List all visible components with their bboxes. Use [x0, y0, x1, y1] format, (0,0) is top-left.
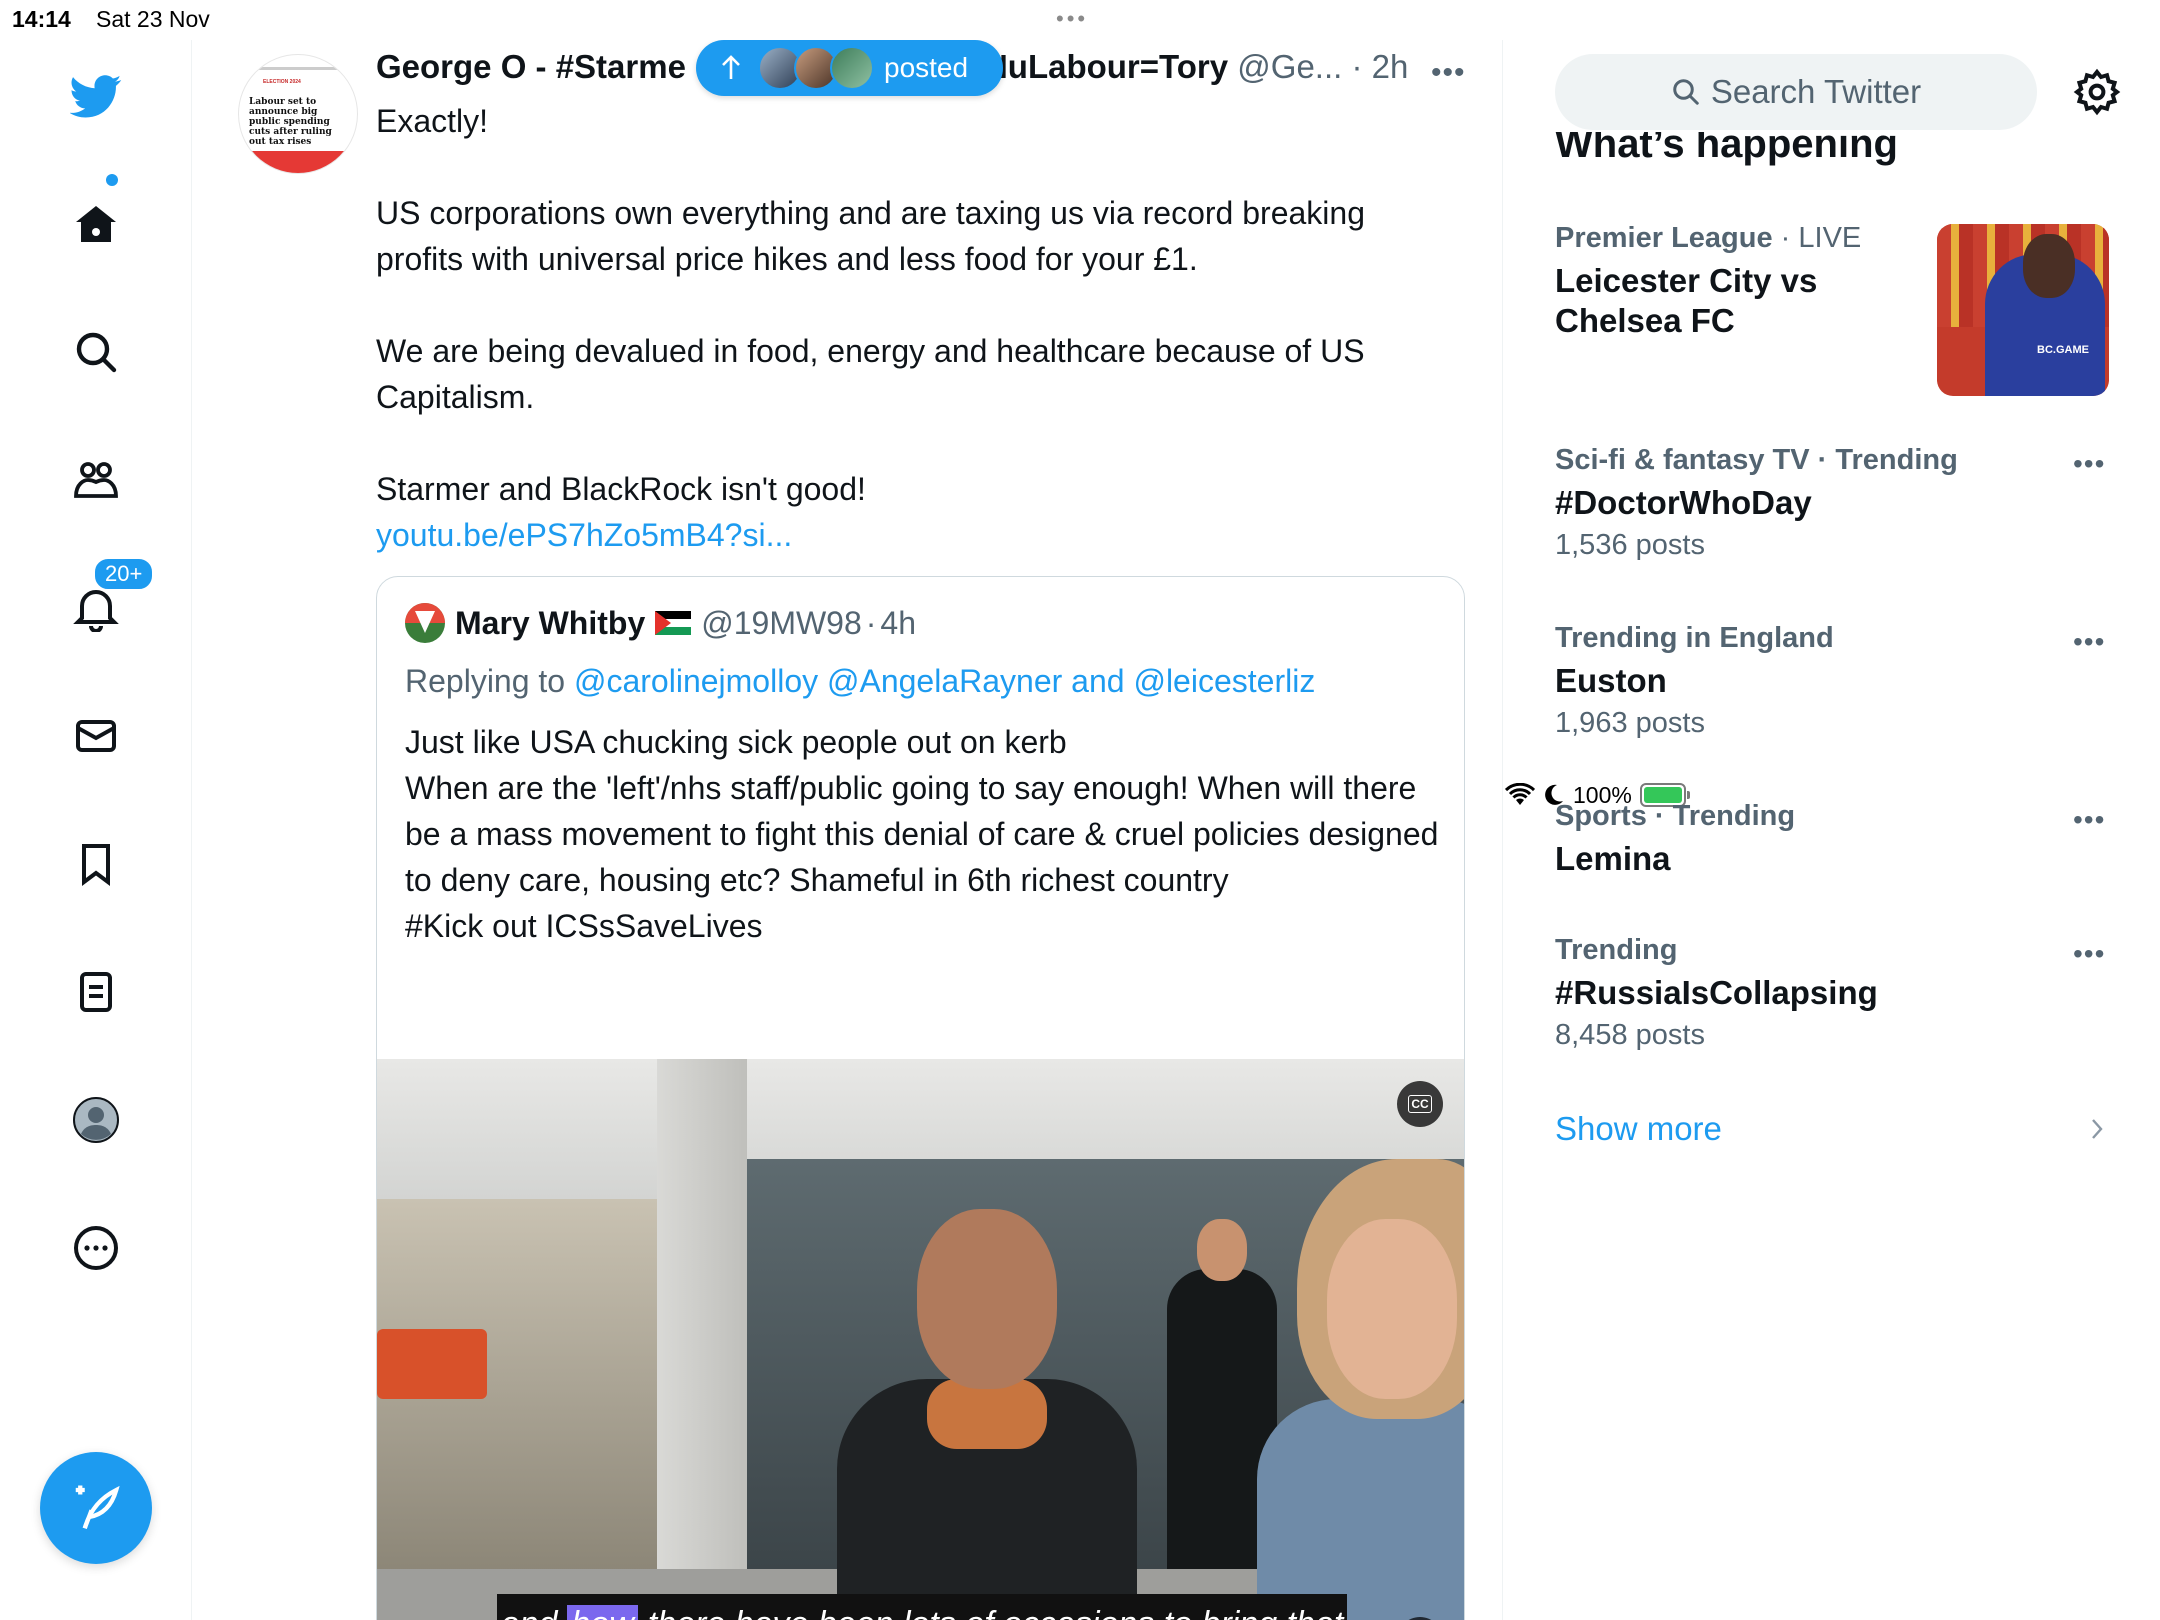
mention-link[interactable]: @AngelaRayner [827, 663, 1062, 699]
home-unread-dot [106, 174, 118, 186]
palestine-flag-icon [655, 611, 692, 635]
new-posts-label: posted [884, 52, 969, 83]
tweet-text: Exactly! US corporations own everything … [376, 98, 1456, 558]
quote-author-avatar[interactable] [405, 603, 445, 643]
caption-highlight: how [567, 1604, 638, 1620]
quote-author-name[interactable]: Mary Whitby [455, 605, 645, 642]
trend-more-icon[interactable]: ••• [2073, 938, 2105, 970]
feather-plus-icon [75, 1485, 120, 1530]
multitasking-dots-icon[interactable]: ••• [1056, 6, 1088, 32]
trend-context-suffix: · LIVE [1772, 222, 1862, 254]
trend-item[interactable]: Sci-fi & fantasy TV · Trending #DoctorWh… [1555, 444, 2115, 562]
compose-tweet-button[interactable] [40, 1452, 152, 1564]
trend-more-icon[interactable]: ••• [2073, 626, 2105, 658]
quote-time: 4h [880, 604, 917, 641]
quote-line: When are the 'left'/nhs staff/public goi… [405, 770, 1439, 898]
quote-text: Just like USA chucking sick people out o… [405, 719, 1445, 949]
mention-link[interactable]: @leicesterliz [1133, 663, 1315, 699]
trend-count: 1,963 posts [1555, 707, 1705, 739]
caption-text: and [501, 1605, 558, 1620]
trend-more-icon[interactable]: ••• [2073, 804, 2105, 836]
video-player[interactable]: CC and how there have been lots of occas… [377, 1059, 1464, 1620]
status-time: 14:14 [12, 6, 71, 32]
trend-context: Trending in England [1555, 622, 1834, 654]
video-caption: and how there have been lots of occasion… [497, 1594, 1347, 1620]
author-handle: @Ge... [1237, 48, 1343, 85]
right-sidebar: Search Twitter What’s happening Premier … [1505, 40, 2160, 1620]
replying-prefix: Replying to [405, 663, 566, 699]
replying-and: and [1071, 663, 1125, 699]
trend-item[interactable]: Trending #RussiaIsCollapsing 8,458 posts [1555, 934, 2115, 1052]
trend-item[interactable]: Trending in England Euston 1,963 posts [1555, 622, 2115, 740]
trend-context: Sports · Trending [1555, 800, 1796, 832]
home-icon[interactable] [60, 188, 132, 260]
author-avatar[interactable]: ELECTION 2024 Labour set to announce big… [238, 54, 358, 174]
communities-icon[interactable] [60, 444, 132, 516]
closed-captions-button[interactable]: CC [1397, 1081, 1443, 1127]
search-input[interactable]: Search Twitter [1555, 54, 2037, 130]
notifications-badge: 20+ [92, 556, 156, 592]
tweet-line: Starmer and BlackRock isn't good! [376, 471, 866, 507]
quote-line: #Kick out ICSsSaveLives [405, 908, 763, 944]
search-placeholder: Search Twitter [1710, 73, 1922, 110]
trend-context: Premier League [1555, 222, 1773, 254]
poster-avatar [830, 46, 874, 90]
chevron-right-icon[interactable] [2085, 1114, 2109, 1144]
status-bar: 14:14 Sat 23 Nov ••• 100% [0, 0, 2160, 808]
tweet-time[interactable]: 2h [1372, 48, 1409, 85]
tweet-line: We are being devalued in food, energy an… [376, 333, 1365, 415]
author-name[interactable]: George O - #Starme [376, 48, 686, 85]
sponsor-logo: BC.GAME [2037, 344, 2089, 356]
show-more-link[interactable]: Show more [1555, 1110, 1722, 1148]
more-options-icon[interactable] [60, 1212, 132, 1284]
trend-title: #DoctorWhoDay [1555, 484, 1812, 521]
trend-more-icon[interactable]: ••• [2073, 448, 2105, 480]
quote-header: Mary Whitby @19MW98 · 4h [405, 603, 916, 643]
trend-item[interactable]: Sports · Trending Lemina [1555, 800, 2115, 879]
timeline: ELECTION 2024 Labour set to announce big… [193, 40, 1503, 1620]
trend-title: Leicester City vs Chelsea FC [1555, 262, 1818, 339]
twitter-logo-icon[interactable] [60, 60, 132, 132]
author-name-tail[interactable]: NuLabour=Tory [984, 48, 1228, 85]
settings-gear-icon[interactable] [2073, 68, 2121, 116]
trend-title: #RussiaIsCollapsing [1555, 974, 1878, 1011]
left-navigation: 20+ [0, 40, 192, 1620]
trend-thumbnail[interactable]: BC.GAME [1937, 224, 2109, 396]
time-separator: · [865, 604, 877, 641]
trend-title: Lemina [1555, 840, 1671, 877]
explore-search-icon[interactable] [60, 316, 132, 388]
mention-link[interactable]: @carolinejmolloy [574, 663, 818, 699]
quote-author-handle: @19MW98 [701, 604, 862, 641]
status-date: Sat 23 Nov [96, 6, 210, 32]
search-icon [1673, 79, 1699, 105]
quote-line: Just like USA chucking sick people out o… [405, 724, 1067, 760]
cc-label: CC [1408, 1095, 1432, 1113]
avatar-headline: Labour set to announce big public spendi… [249, 97, 332, 147]
trend-context: Trending [1555, 934, 1678, 966]
profile-avatar-icon[interactable] [60, 1084, 132, 1156]
trend-count: 1,536 posts [1555, 529, 1705, 561]
tweet-link[interactable]: youtu.be/ePS7hZo5mB4?si... [376, 512, 1456, 558]
tweet-more-icon[interactable]: ••• [1431, 56, 1466, 90]
tweet-line: Exactly! [376, 103, 489, 139]
messages-envelope-icon[interactable] [60, 700, 132, 772]
arrow-up-icon [722, 55, 740, 79]
avatar-newspaper-label: ELECTION 2024 [263, 79, 301, 85]
lists-icon[interactable] [60, 956, 132, 1028]
caption-text: there have been lots of occasions to bri… [648, 1605, 1344, 1620]
new-posts-pill[interactable]: posted [696, 40, 1003, 96]
time-separator: · [1351, 48, 1363, 85]
quoted-tweet[interactable]: Mary Whitby @19MW98 · 4h Replying to @caro… [376, 576, 1465, 1620]
trend-count: 8,458 posts [1555, 1019, 1705, 1051]
bookmarks-icon[interactable] [60, 828, 132, 900]
replying-to: Replying to @carolinejmolloy @AngelaRayn… [405, 663, 1315, 700]
trend-context: Sci-fi & fantasy TV · Trending [1555, 444, 1958, 476]
trend-title: Euston [1555, 662, 1667, 699]
tweet-line: US corporations own everything and are t… [376, 195, 1365, 277]
